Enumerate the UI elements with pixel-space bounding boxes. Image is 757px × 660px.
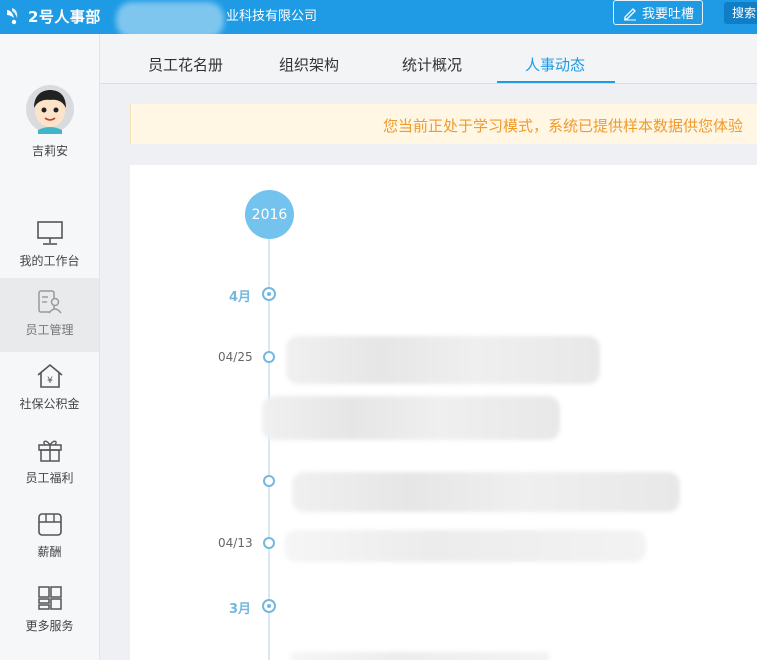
social-insurance-icon: ¥ [36,363,63,388]
search-button[interactable]: 搜索 [724,2,757,24]
month-label: 3月 [229,602,252,617]
month-dot [262,287,276,301]
user-profile[interactable]: 吉莉安 [0,84,100,159]
feedback-button[interactable]: 我要吐槽 [613,0,703,25]
sidebar-item-salary[interactable]: 薪酬 [0,500,99,574]
svg-text:¥: ¥ [47,376,53,386]
salary-icon [37,513,62,536]
event-dot [263,475,275,487]
sidebar-item-welfare[interactable]: 员工福利 [0,426,99,500]
logo-icon [7,8,18,25]
event-dot [263,351,275,363]
tab-organization[interactable]: 组织架构 [279,54,339,75]
notice-text: 您当前正处于学习模式，系统已提供样本数据供您体验 [383,117,744,135]
company-name: 业科技有限公司 [226,9,318,24]
tab-hr-updates[interactable]: 人事动态 [525,54,585,75]
sidebar-item-label: 员工管理 [25,323,74,337]
date-label: 04/25 [218,350,253,364]
event-content-redacted [292,472,680,512]
tab-roster[interactable]: 员工花名册 [148,54,223,75]
sidebar-item-social-insurance[interactable]: ¥ 社保公积金 [0,352,99,426]
employee-icon [37,290,62,314]
company-name-redacted [116,2,224,38]
avatar [26,85,74,134]
app-logo[interactable]: 2号人事部 [4,4,101,28]
learning-mode-notice: 您当前正处于学习模式，系统已提供样本数据供您体验 [130,104,757,144]
pencil-icon [623,7,636,20]
user-name: 吉莉安 [31,144,68,158]
event-dot [263,537,275,549]
month-dot [262,599,276,613]
logo-text: 2号人事部 [28,7,101,26]
top-bar: 2号人事部 业科技有限公司 我要吐槽 搜索 [0,0,757,38]
sidebar-item-label: 更多服务 [25,619,74,633]
sidebar-item-label: 员工福利 [25,471,74,485]
gift-icon [37,440,62,462]
sidebar-item-more-services[interactable]: 更多服务 [0,574,99,648]
date-label: 04/13 [218,536,253,550]
sidebar-item-workbench[interactable]: 我的工作台 [0,209,99,283]
tab-bar: 员工花名册 组织架构 统计概况 人事动态 [100,34,757,84]
monitor-icon [36,221,63,245]
year-badge: 2016 [245,190,294,239]
sidebar: 吉莉安 我的工作台 员工管理 ¥ 社保公积金 员工福利 薪酬 更多服务 [0,34,100,660]
more-services-icon [37,586,62,610]
active-tab-indicator [497,81,615,83]
tab-statistics[interactable]: 统计概况 [402,54,462,75]
sidebar-item-label: 我的工作台 [19,254,80,268]
event-content-redacted [290,652,550,660]
month-label: 4月 [229,290,252,305]
sidebar-item-employee-management[interactable]: 员工管理 [0,278,99,352]
sidebar-item-label: 薪酬 [37,545,62,559]
feedback-label: 我要吐槽 [641,7,694,22]
event-content-redacted [284,530,646,562]
event-content-redacted [286,336,600,384]
sidebar-item-label: 社保公积金 [19,397,80,411]
event-content-redacted [262,396,560,440]
